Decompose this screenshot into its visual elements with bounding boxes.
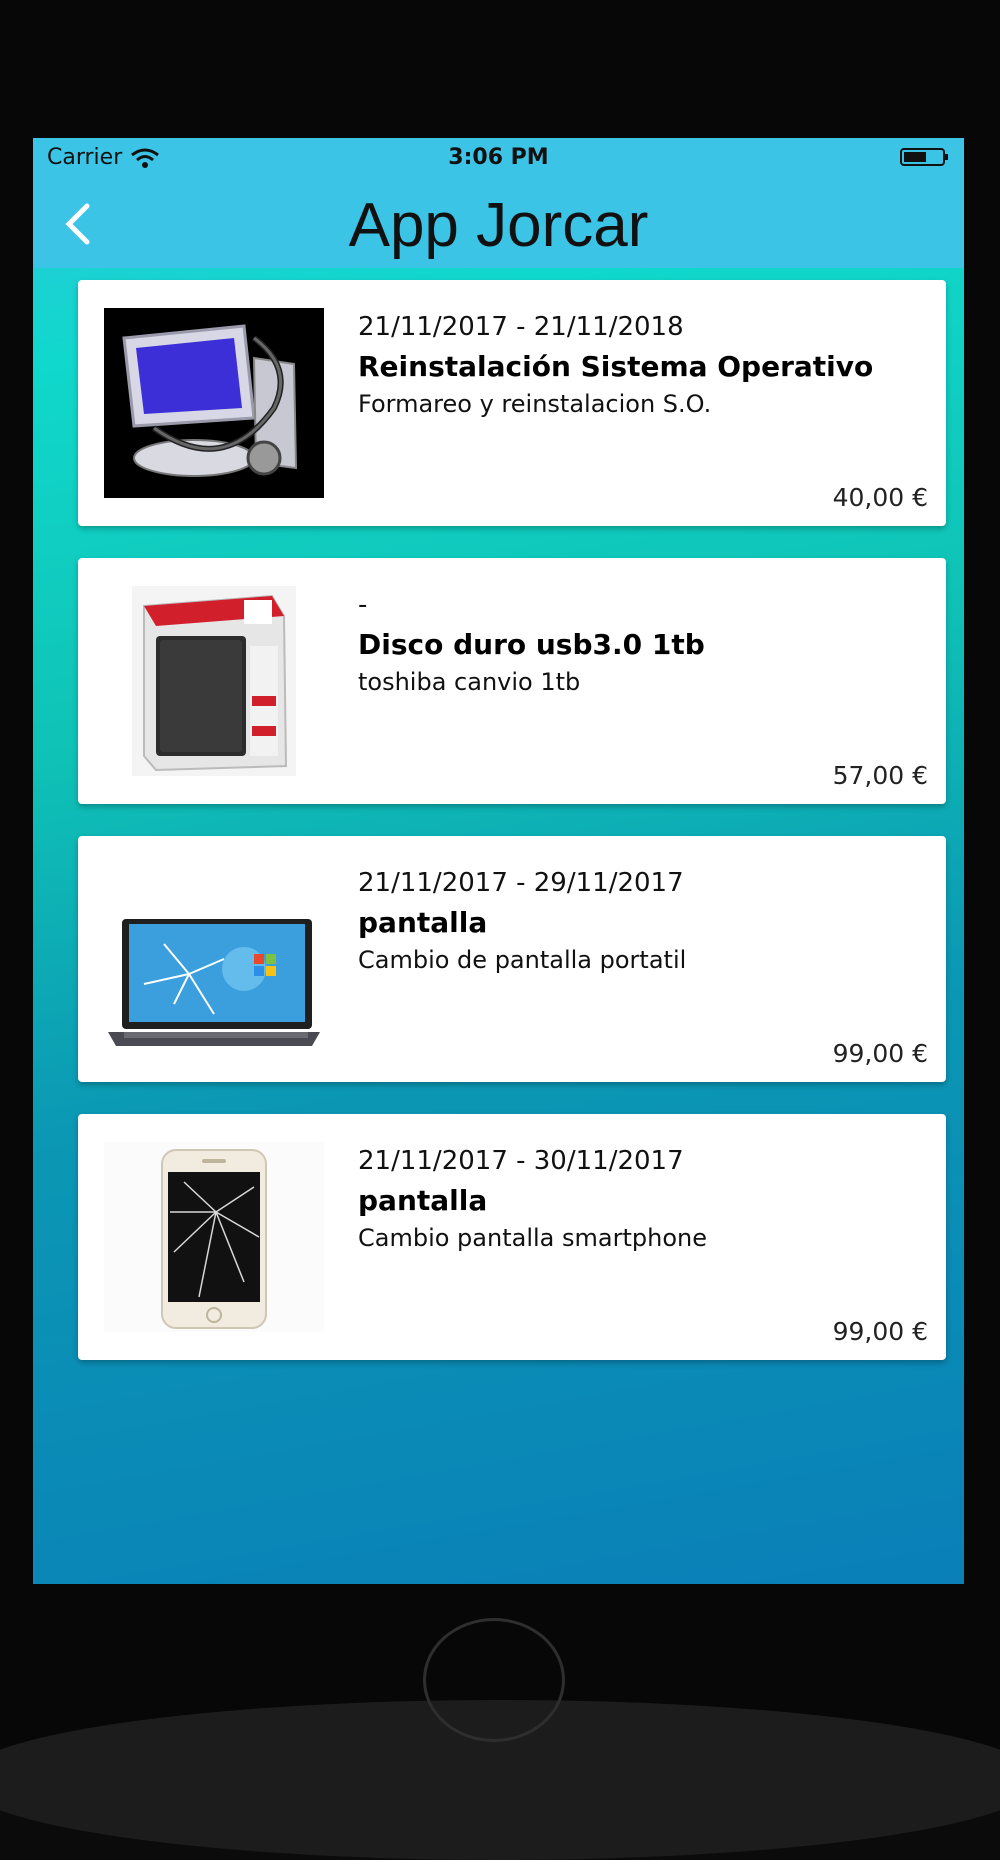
- service-card[interactable]: - Disco duro usb3.0 1tb toshiba canvio 1…: [78, 558, 946, 804]
- card-description: Formareo y reinstalacion S.O.: [358, 390, 712, 418]
- service-card[interactable]: 21/11/2017 - 21/11/2018 Reinstalación Si…: [78, 280, 946, 526]
- phone-frame: Carrier 3:06 PM App Jorcar 21/11/2017 - …: [0, 0, 1000, 1860]
- card-title: pantalla: [358, 1184, 488, 1217]
- service-card[interactable]: 21/11/2017 - 29/11/2017 pantalla Cambio …: [78, 836, 946, 1082]
- broken-smartphone-image: [104, 1142, 324, 1332]
- card-description: toshiba canvio 1tb: [358, 668, 581, 696]
- card-date-range: 21/11/2017 - 21/11/2018: [358, 312, 684, 342]
- card-title: Disco duro usb3.0 1tb: [358, 628, 705, 661]
- page-title: App Jorcar: [348, 191, 649, 260]
- card-description: Cambio de pantalla portatil: [358, 946, 687, 974]
- card-date-range: -: [358, 590, 368, 620]
- home-button[interactable]: [423, 1618, 565, 1742]
- card-date-range: 21/11/2017 - 29/11/2017: [358, 868, 684, 898]
- card-date-range: 21/11/2017 - 30/11/2017: [358, 1146, 684, 1176]
- status-time: 3:06 PM: [448, 145, 549, 170]
- external-hard-drive-box-image: [132, 586, 296, 776]
- service-card[interactable]: 21/11/2017 - 30/11/2017 pantalla Cambio …: [78, 1114, 946, 1360]
- card-title: pantalla: [358, 906, 488, 939]
- computer-stethoscope-image: [104, 308, 324, 498]
- card-price: 40,00 €: [832, 483, 928, 512]
- card-price: 57,00 €: [832, 761, 928, 790]
- navigation-bar: App Jorcar: [33, 178, 964, 268]
- card-title: Reinstalación Sistema Operativo: [358, 350, 874, 383]
- card-price: 99,00 €: [832, 1039, 928, 1068]
- card-price: 99,00 €: [832, 1317, 928, 1346]
- card-description: Cambio pantalla smartphone: [358, 1224, 707, 1252]
- status-bar: Carrier 3:06 PM: [33, 138, 964, 178]
- broken-laptop-screen-image: [108, 919, 320, 1046]
- battery-icon: [900, 148, 948, 166]
- app-screen: Carrier 3:06 PM App Jorcar 21/11/2017 - …: [33, 138, 964, 1584]
